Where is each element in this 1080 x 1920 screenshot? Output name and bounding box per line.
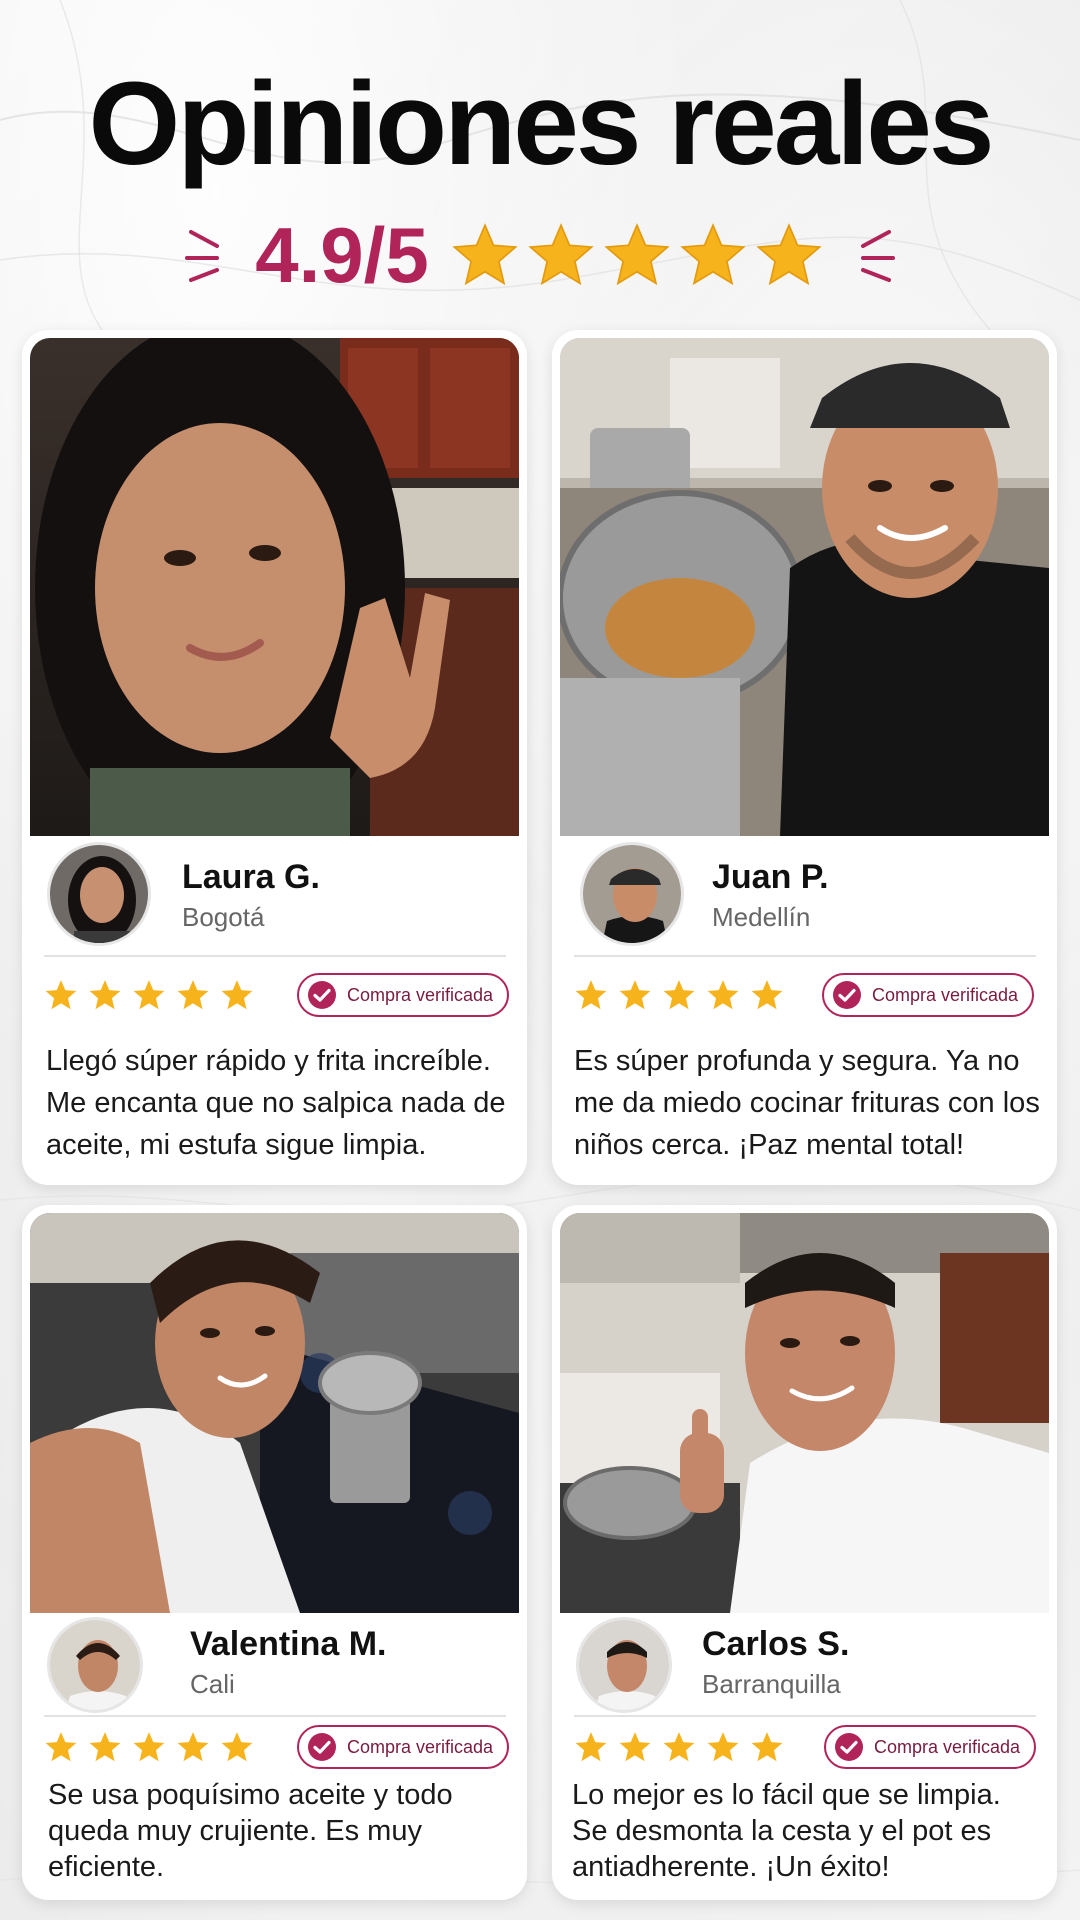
review-text: Es súper profunda y segura. Ya no me da … [574, 1045, 1040, 1161]
star-icon [89, 1732, 121, 1762]
reviewer-city: Medellín [712, 902, 811, 932]
star-icon [619, 1732, 651, 1762]
customer-photo [30, 1213, 519, 1613]
review-stars [574, 978, 784, 1012]
review-text: Se usa poquísimo aceite y todo queda muy… [48, 1779, 453, 1883]
burst-left-icon [185, 230, 220, 282]
avatar [47, 1617, 143, 1713]
star-icon [680, 223, 746, 286]
review-card: Juan P. Medellín Compra verificada Es sú… [552, 330, 1057, 1185]
divider [44, 1715, 506, 1717]
check-circle-icon [308, 1733, 336, 1761]
review-stars [574, 1730, 784, 1764]
star-icon [707, 980, 739, 1010]
star-icon [707, 1732, 739, 1762]
badge-label: Compra verificada [347, 1736, 494, 1757]
overall-rating: 4.9/5 [0, 210, 1080, 300]
badge-label: Compra verificada [874, 1736, 1021, 1757]
review-stars [44, 978, 254, 1012]
star-icon [604, 223, 670, 286]
star-icon [221, 1732, 253, 1762]
star-icon [756, 223, 822, 286]
reviewer-name: Juan P. [712, 858, 829, 896]
star-icon [452, 223, 518, 286]
divider [574, 955, 1036, 957]
rating-value: 4.9/5 [255, 210, 429, 299]
star-icon [751, 980, 783, 1010]
check-circle-icon [835, 1733, 863, 1761]
review-card: Valentina M. Cali Compra verificada Se u… [22, 1205, 527, 1900]
verified-badge: Compra verificada [297, 1725, 510, 1769]
avatar [580, 842, 684, 946]
check-circle-icon [308, 981, 336, 1009]
reviewer-city: Barranquilla [702, 1669, 841, 1699]
check-circle-icon [833, 981, 861, 1009]
badge-label: Compra verificada [347, 984, 494, 1005]
review-stars [44, 1730, 254, 1764]
star-icon [663, 980, 695, 1010]
star-icon [177, 1732, 209, 1762]
star-icon [45, 980, 77, 1010]
review-text: Lo mejor es lo fácil que se limpia. Se d… [572, 1779, 1001, 1883]
divider [44, 955, 506, 957]
page-title: Opiniones reales [88, 58, 995, 190]
reviewer-name: Carlos S. [702, 1625, 850, 1663]
avatar [576, 1617, 672, 1713]
avatar [47, 842, 151, 946]
star-icon [221, 980, 253, 1010]
review-card: Carlos S. Barranquilla Compra verificada… [552, 1205, 1057, 1900]
customer-photo [560, 338, 1049, 836]
verified-badge: Compra verificada [297, 973, 510, 1017]
verified-badge: Compra verificada [824, 1725, 1037, 1769]
review-text: Llegó súper rápido y frita increíble. Me… [46, 1045, 506, 1161]
divider [574, 1715, 1036, 1717]
reviewer-city: Cali [190, 1669, 235, 1699]
star-icon [663, 1732, 695, 1762]
badge-label: Compra verificada [872, 984, 1019, 1005]
star-icon [751, 1732, 783, 1762]
star-icon [89, 980, 121, 1010]
star-icon [575, 1732, 607, 1762]
customer-photo [560, 1213, 1049, 1613]
rating-stars [451, 221, 823, 289]
reviewer-name: Valentina M. [190, 1625, 387, 1663]
star-icon [619, 980, 651, 1010]
customer-photo [30, 338, 519, 836]
star-icon [575, 980, 607, 1010]
verified-badge: Compra verificada [822, 973, 1035, 1017]
burst-right-icon [860, 230, 895, 282]
star-icon [45, 1732, 77, 1762]
reviewer-name: Laura G. [182, 858, 320, 896]
review-card: Laura G. Bogotá Compra verificada Llegó … [22, 330, 527, 1185]
star-icon [133, 980, 165, 1010]
star-icon [177, 980, 209, 1010]
star-icon [133, 1732, 165, 1762]
star-icon [528, 223, 594, 286]
header: Opiniones reales [0, 58, 1080, 190]
reviewer-city: Bogotá [182, 902, 265, 932]
